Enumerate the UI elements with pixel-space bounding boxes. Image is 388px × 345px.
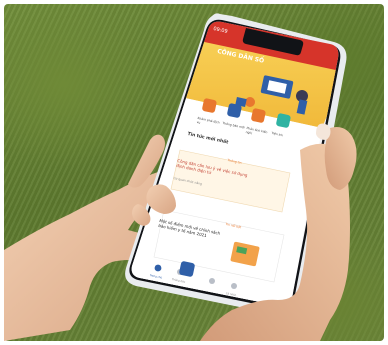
megaphone-icon bbox=[251, 108, 266, 123]
home-icon bbox=[154, 264, 162, 272]
photo-frame: CÔNG DÂN SỐ 09:09 Khám phá dịch vụ Thông… bbox=[0, 0, 388, 345]
chat-icon bbox=[209, 278, 215, 284]
scene bbox=[4, 13, 357, 341]
grid-icon bbox=[202, 98, 217, 113]
qr-scan-button bbox=[179, 261, 195, 277]
apps-icon bbox=[276, 113, 291, 128]
profile-icon bbox=[231, 283, 237, 289]
bell-icon bbox=[227, 103, 242, 118]
